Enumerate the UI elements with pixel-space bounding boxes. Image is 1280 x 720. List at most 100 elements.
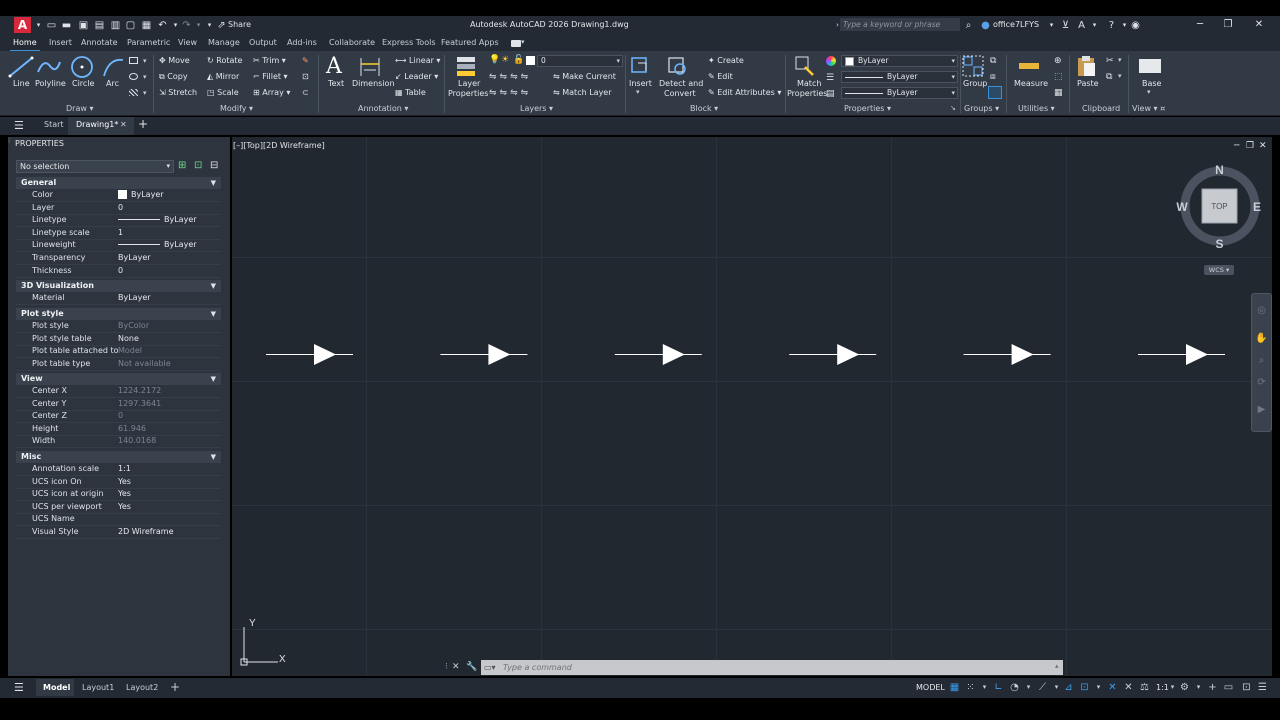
tab-manage[interactable]: Manage bbox=[208, 38, 240, 47]
leader-button[interactable]: ↙ Leader ▾ bbox=[395, 72, 438, 81]
property-value[interactable]: ByLayer bbox=[118, 215, 197, 224]
linear-button[interactable]: ⟷ Linear ▾ bbox=[395, 56, 440, 65]
object-snap-icon[interactable]: ⊡ bbox=[1078, 681, 1091, 694]
user-account[interactable]: office7LFYS bbox=[993, 20, 1039, 29]
tab-insert[interactable]: Insert bbox=[49, 38, 72, 47]
layer-dropdown[interactable]: 0 ▾ bbox=[537, 55, 623, 67]
compass-north[interactable]: N bbox=[1215, 163, 1224, 177]
annotation-panel-title[interactable]: Annotation ▾ bbox=[358, 104, 408, 113]
create-block-button[interactable]: ✦ Create bbox=[708, 56, 744, 65]
tab-parametric[interactable]: Parametric bbox=[127, 38, 170, 47]
section-viz[interactable]: 3D Visualization ▼ bbox=[16, 280, 221, 292]
group-label[interactable]: Group bbox=[963, 79, 987, 88]
base-label[interactable]: Base bbox=[1142, 79, 1161, 88]
tab-drawing1[interactable]: Drawing1* bbox=[76, 120, 118, 129]
property-value[interactable]: 1224.2172 bbox=[118, 386, 161, 395]
viewcube-top-face[interactable]: TOP bbox=[1211, 202, 1227, 211]
layer-tool-icons-row2[interactable]: ⇋⇋⇋⇋ bbox=[489, 88, 531, 98]
tab-output[interactable]: Output bbox=[249, 38, 277, 47]
select-objects-icon[interactable]: ⊡ bbox=[194, 160, 202, 171]
view-panel-title[interactable]: View ▾ ¤ bbox=[1132, 104, 1165, 113]
ortho-icon[interactable]: ∟ bbox=[992, 681, 1005, 694]
redo-icon[interactable]: ↷ bbox=[181, 20, 192, 31]
annotation-scale-icon[interactable]: ⚖ bbox=[1138, 681, 1151, 694]
property-value[interactable]: ByLayer bbox=[118, 240, 197, 249]
match-label-1[interactable]: Match bbox=[797, 79, 821, 88]
match-layer-button[interactable]: ⇋ Match Layer bbox=[553, 88, 612, 97]
rotate-button[interactable]: ↻ Rotate bbox=[207, 56, 242, 65]
detect-label-2[interactable]: Convert bbox=[664, 89, 696, 98]
paste-icon[interactable] bbox=[1075, 54, 1097, 78]
qat-customize-icon[interactable]: ▾ bbox=[204, 20, 215, 31]
section-misc[interactable]: Misc ▼ bbox=[16, 451, 221, 463]
property-value[interactable]: Yes bbox=[118, 502, 131, 511]
tab-start[interactable]: Start bbox=[44, 120, 64, 129]
layout-tabs-menu-icon[interactable]: ☰ bbox=[14, 681, 24, 694]
paste-label[interactable]: Paste bbox=[1077, 79, 1099, 88]
insert-dropdown-icon[interactable]: ▾ bbox=[636, 88, 640, 96]
color-dropdown[interactable]: ByLayer ▾ bbox=[841, 55, 958, 67]
app-store-icon[interactable]: A bbox=[1076, 20, 1087, 31]
ellipse-icon[interactable] bbox=[129, 73, 138, 80]
file-tabs-menu-icon[interactable]: ☰ bbox=[14, 119, 24, 132]
text-label[interactable]: Text bbox=[328, 79, 344, 88]
tab-collaborate[interactable]: Collaborate bbox=[329, 38, 375, 47]
utilities-panel-title[interactable]: Utilities ▾ bbox=[1018, 104, 1055, 113]
insert-block-icon[interactable] bbox=[628, 55, 652, 77]
isodraft-icon[interactable]: ⟋ bbox=[1036, 681, 1049, 694]
arrow-symbol[interactable] bbox=[614, 344, 702, 365]
measure-icon[interactable] bbox=[1019, 63, 1039, 69]
recent-commands-icon[interactable]: ▭▾ bbox=[484, 663, 496, 672]
ungroup-icon[interactable]: ⧉ bbox=[990, 56, 996, 66]
user-dropdown-icon[interactable]: ▾ bbox=[1046, 20, 1057, 31]
section-general[interactable]: General ▼ bbox=[16, 177, 221, 189]
layers-panel-title[interactable]: Layers ▾ bbox=[520, 104, 553, 113]
property-value[interactable]: ByLayer bbox=[118, 253, 151, 262]
polyline-tool-icon[interactable] bbox=[36, 56, 62, 78]
minimize-button[interactable]: ─ bbox=[1190, 18, 1210, 32]
tab-layout2[interactable]: Layout2 bbox=[126, 683, 158, 692]
snap-icon[interactable]: ⁙ bbox=[964, 681, 977, 694]
plot-icon[interactable]: ▦ bbox=[141, 20, 152, 31]
clean-screen-icon[interactable]: ⊡ bbox=[1240, 681, 1253, 694]
collapse-icon[interactable]: ▼ bbox=[211, 177, 216, 189]
viewport-minimize-icon[interactable]: ─ bbox=[1234, 141, 1239, 151]
rectangle-icon[interactable] bbox=[129, 57, 138, 64]
command-close-icon[interactable]: ✕ bbox=[452, 662, 460, 672]
store-dropdown-icon[interactable]: ▾ bbox=[1089, 20, 1100, 31]
command-grip-icon[interactable]: ⁝ bbox=[445, 662, 448, 672]
edit-block-button[interactable]: ✎ Edit bbox=[708, 72, 733, 81]
hatch-icon[interactable] bbox=[129, 89, 138, 96]
modify-panel-title[interactable]: Modify ▾ bbox=[220, 104, 253, 113]
properties-panel-title[interactable]: Properties ▾ bbox=[844, 104, 891, 113]
block-panel-title[interactable]: Block ▾ bbox=[690, 104, 718, 113]
property-value[interactable]: None bbox=[118, 334, 139, 343]
collapse-icon[interactable]: ▼ bbox=[211, 308, 216, 320]
arrow-symbol[interactable] bbox=[1138, 344, 1225, 365]
arrow-symbol[interactable] bbox=[440, 344, 528, 365]
annotation-monitor-icon[interactable]: + bbox=[1206, 681, 1219, 694]
polar-icon[interactable]: ◔ bbox=[1008, 681, 1021, 694]
collapse-icon[interactable]: ▼ bbox=[211, 373, 216, 385]
copy-dropdown-icon[interactable]: ▾ bbox=[1118, 72, 1122, 80]
property-value[interactable]: 0 bbox=[118, 266, 123, 275]
select-all-icon[interactable]: ⬚ bbox=[1054, 72, 1063, 82]
ribbon-options-icon[interactable] bbox=[511, 40, 521, 47]
dimension-label[interactable]: Dimension bbox=[352, 79, 395, 88]
snap-dropdown-icon[interactable]: ▾ bbox=[978, 681, 991, 694]
line-tool-icon[interactable] bbox=[8, 56, 34, 78]
auto-scale-icon[interactable]: ✕ bbox=[1122, 681, 1135, 694]
tab-layout1[interactable]: Layout1 bbox=[82, 683, 114, 692]
new-layout-icon[interactable]: + bbox=[170, 680, 180, 694]
command-customize-icon[interactable]: 🔧 bbox=[466, 662, 477, 672]
ribbon-options-dropdown-icon[interactable]: ▾ bbox=[521, 38, 525, 46]
rectangle-dropdown-icon[interactable]: ▾ bbox=[143, 57, 147, 65]
fillet-button[interactable]: ⌐ Fillet ▾ bbox=[253, 72, 288, 81]
arrow-symbol[interactable] bbox=[963, 344, 1051, 365]
drawing-canvas[interactable] bbox=[232, 137, 1272, 676]
workspace-dropdown-icon[interactable]: ▾ bbox=[1192, 681, 1205, 694]
properties-launcher-icon[interactable]: ↘ bbox=[950, 104, 956, 112]
property-value[interactable]: 2D Wireframe bbox=[118, 527, 174, 536]
save-icon[interactable]: ▣ bbox=[78, 20, 89, 31]
section-view[interactable]: View ▼ bbox=[16, 373, 221, 385]
